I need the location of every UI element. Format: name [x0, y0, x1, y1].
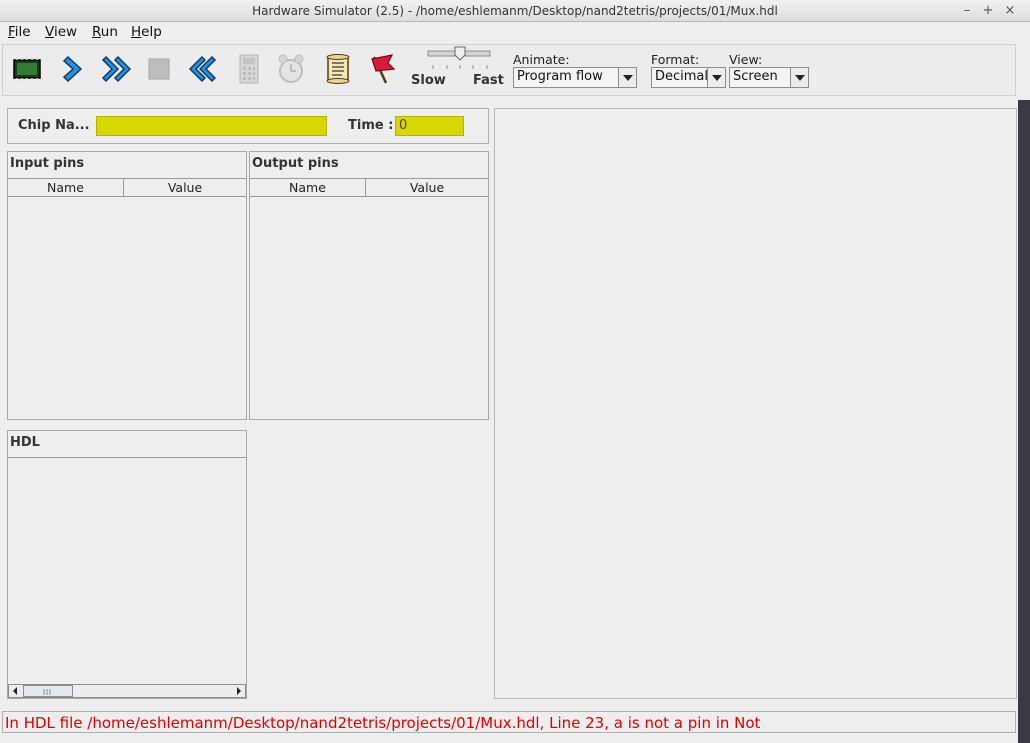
- run-icon: [101, 55, 132, 83]
- output-pins-value-header[interactable]: Value: [366, 180, 488, 195]
- load-script-button[interactable]: [318, 49, 358, 89]
- calculator-button[interactable]: [229, 49, 269, 89]
- animate-select[interactable]: Program flow: [513, 67, 637, 88]
- breakpoint-flag-icon: [371, 54, 396, 84]
- chip-name-field: [96, 116, 327, 136]
- background-desktop: [1018, 100, 1030, 743]
- hdl-text-area[interactable]: [8, 458, 246, 683]
- status-message: In HDL file /home/eshlemanm/Desktop/nand…: [5, 714, 761, 732]
- menu-view[interactable]: View: [45, 24, 77, 40]
- grip-icon: [43, 689, 51, 695]
- input-pins-table-body[interactable]: [8, 198, 246, 419]
- hardware-simulator-window: Hardware Simulator (2.5) - /home/eshlema…: [0, 0, 1030, 743]
- animate-label: Animate:: [513, 52, 570, 67]
- input-pins-panel: Input pins Name Value: [7, 151, 247, 420]
- single-step-button[interactable]: [54, 49, 94, 89]
- maximize-button[interactable]: +: [979, 2, 997, 20]
- format-label: Format:: [651, 52, 700, 67]
- menu-file[interactable]: File: [8, 24, 31, 40]
- run-button[interactable]: [97, 49, 137, 89]
- hdl-horizontal-scrollbar[interactable]: [8, 684, 246, 698]
- format-select[interactable]: Decimal: [651, 67, 726, 88]
- format-value: Decimal: [655, 69, 709, 84]
- menu-file-rest: ile: [14, 24, 31, 40]
- output-pins-table-header: Name Value: [250, 178, 488, 197]
- calculator-icon: [239, 54, 259, 84]
- input-pins-title: Input pins: [10, 156, 85, 171]
- menu-run[interactable]: Run: [92, 24, 118, 40]
- title-bar: Hardware Simulator (2.5) - /home/eshlema…: [0, 0, 1030, 22]
- arrow-left-icon: [13, 687, 17, 695]
- chip-icon: [13, 57, 41, 81]
- reset-button[interactable]: [181, 49, 221, 89]
- hdl-title: HDL: [10, 435, 40, 450]
- reset-icon: [188, 55, 217, 83]
- window-title: Hardware Simulator (2.5) - /home/eshlema…: [252, 4, 778, 18]
- chevron-down-icon: [707, 68, 725, 87]
- chevron-down-icon: [618, 68, 636, 87]
- menu-run-mnemonic: R: [92, 24, 101, 40]
- menu-help-mnemonic: H: [131, 24, 142, 40]
- input-pins-value-header[interactable]: Value: [124, 180, 246, 195]
- animate-value: Program flow: [517, 69, 603, 84]
- clock-button[interactable]: [271, 49, 311, 89]
- chip-name-label: Chip Na...: [18, 118, 90, 133]
- output-pins-table-body[interactable]: [250, 198, 488, 419]
- scrollbar-thumb[interactable]: [23, 685, 73, 697]
- scroll-left-button[interactable]: [9, 685, 22, 697]
- clock-icon: [278, 54, 304, 83]
- time-label: Time :: [348, 118, 394, 133]
- breakpoints-button[interactable]: [360, 49, 400, 89]
- arrow-right-icon: [237, 687, 241, 695]
- status-bar: In HDL file /home/eshlemanm/Desktop/nand…: [2, 711, 1016, 733]
- minimize-button[interactable]: –: [958, 2, 976, 20]
- menu-run-rest: un: [100, 24, 118, 40]
- script-icon: [326, 54, 350, 84]
- input-pins-name-header[interactable]: Name: [8, 180, 123, 195]
- screen-view-area: [494, 108, 1017, 699]
- menu-help[interactable]: Help: [131, 24, 162, 40]
- output-pins-title: Output pins: [252, 156, 339, 171]
- toolbar: Slow Fast Animate: Program flow Format: …: [2, 44, 1016, 96]
- hdl-panel: HDL: [7, 430, 247, 699]
- time-field: 0: [395, 116, 464, 136]
- speed-slider-track: [427, 46, 491, 69]
- menu-bar: File View Run Help: [0, 22, 1030, 42]
- menu-help-rest: elp: [141, 24, 162, 40]
- view-label: View:: [729, 52, 763, 67]
- scroll-right-button[interactable]: [232, 685, 245, 697]
- close-button[interactable]: ×: [1001, 2, 1019, 20]
- output-pins-name-header[interactable]: Name: [250, 180, 365, 195]
- chevron-down-icon: [790, 68, 808, 87]
- stop-button[interactable]: [139, 49, 179, 89]
- load-chip-button[interactable]: [7, 49, 47, 89]
- menu-view-rest: iew: [53, 24, 78, 40]
- chip-info-bar: Chip Na... Time : 0: [7, 108, 489, 144]
- stop-icon: [148, 58, 170, 80]
- speed-fast-label: Fast: [473, 73, 504, 88]
- single-step-icon: [62, 55, 83, 83]
- menu-file-mnemonic: F: [8, 24, 15, 40]
- view-select[interactable]: Screen: [729, 67, 809, 88]
- speed-slow-label: Slow: [411, 73, 446, 88]
- menu-view-mnemonic: V: [45, 24, 54, 40]
- input-pins-table-header: Name Value: [8, 178, 246, 197]
- output-pins-panel: Output pins Name Value: [249, 151, 489, 420]
- view-value: Screen: [733, 69, 778, 84]
- speed-slider[interactable]: Slow Fast: [411, 45, 509, 95]
